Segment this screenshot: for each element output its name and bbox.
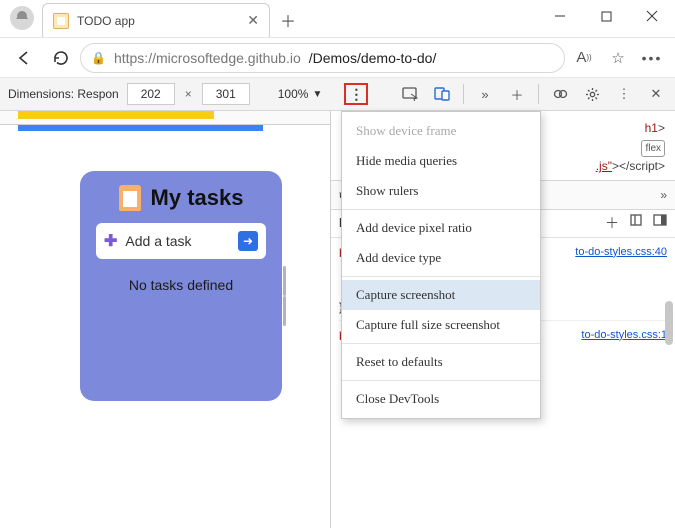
empty-state-text: No tasks defined [129,277,233,293]
browser-tab[interactable]: TODO app ✕ [42,3,270,37]
menu-item-close-devtools[interactable]: Close DevTools [342,384,540,414]
menu-separator [342,209,540,210]
dimension-x: × [185,87,192,101]
plus-icon: ✚ [104,231,117,251]
add-task-placeholder: Add a task [125,233,191,249]
menu-item-show-device-frame: Show device frame [342,116,540,146]
menu-item-capture-full-size-screenshot[interactable]: Capture full size screenshot [342,310,540,340]
device-toolbar: Dimensions: Respon × 100%▼ ⋮ » ＋ ⋮ ✕ [0,78,675,111]
width-input[interactable] [127,83,175,105]
script-close: ></script> [612,159,665,173]
toolbar-divider [463,84,464,104]
url-path: /Demos/demo-to-do/ [309,50,437,66]
more-tabs-icon[interactable]: » [474,83,496,105]
content-area: My tasks ✚ Add a task ➜ No tasks defined… [0,111,675,528]
height-input[interactable] [202,83,250,105]
media-query-bar[interactable] [18,125,263,131]
settings-gear-icon[interactable] [581,83,603,105]
close-devtools-icon[interactable]: ✕ [645,83,667,105]
device-options-menu: Show device frameHide media queriesShow … [341,111,541,419]
url-host: https://microsoftedge.github.io [114,50,301,66]
tab-title: TODO app [77,14,239,28]
browser-titlebar: TODO app ✕ ＋ [0,0,675,38]
toggle-device-icon[interactable] [431,83,453,105]
favorite-icon[interactable]: ☆ [603,43,633,73]
new-style-rule-icon[interactable]: ＋ [605,213,619,233]
scrollbar-thumb[interactable] [665,301,673,345]
add-task-input[interactable]: ✚ Add a task ➜ [96,223,266,259]
maximize-button[interactable] [583,0,629,33]
dimensions-label[interactable]: Dimensions: Respon [8,87,119,101]
source-link[interactable]: to-do-styles.css:1 [581,327,667,344]
elem-h1: h1 [645,121,658,135]
browser-menu-icon[interactable]: ••• [637,43,667,73]
device-preview-pane: My tasks ✚ Add a task ➜ No tasks defined [0,111,330,528]
script-src: .js" [596,159,612,173]
menu-separator [342,343,540,344]
url-input[interactable]: 🔒 https://microsoftedge.github.io/Demos/… [80,43,565,73]
close-window-button[interactable] [629,0,675,33]
todo-app-card: My tasks ✚ Add a task ➜ No tasks defined [80,171,282,401]
menu-item-hide-media-queries[interactable]: Hide media queries [342,146,540,176]
menu-item-capture-screenshot[interactable]: Capture screenshot [342,280,540,310]
devtools-menu-icon[interactable]: ⋮ [613,83,635,105]
zoom-dropdown[interactable]: 100%▼ [278,87,323,101]
window-controls [537,0,675,33]
device-more-options-button[interactable]: ⋮ [344,83,368,105]
menu-item-add-device-pixel-ratio[interactable]: Add device pixel ratio [342,213,540,243]
lock-icon: 🔒 [91,51,106,65]
read-aloud-icon[interactable]: A)) [569,43,599,73]
add-tab-icon[interactable]: ＋ [506,83,528,105]
resize-handle-right[interactable] [282,266,290,326]
close-tab-icon[interactable]: ✕ [247,12,259,29]
chevron-down-icon: ▼ [312,89,322,100]
source-link[interactable]: to-do-styles.css:40 [575,244,667,261]
computed-sidebar-icon[interactable] [653,213,667,233]
menu-item-add-device-type[interactable]: Add device type [342,243,540,273]
device-viewport: My tasks ✚ Add a task ➜ No tasks defined [80,171,282,421]
menu-separator [342,276,540,277]
minimize-button[interactable] [537,0,583,33]
clipboard-icon [119,185,141,211]
todo-title-row: My tasks [119,185,244,211]
flex-badge[interactable]: flex [641,140,665,158]
menu-item-reset-to-defaults[interactable]: Reset to defaults [342,347,540,377]
submit-arrow-icon[interactable]: ➜ [238,231,258,251]
zoom-value: 100% [278,87,309,101]
address-bar-row: 🔒 https://microsoftedge.github.io/Demos/… [0,38,675,78]
more-tabs-chevron-icon[interactable]: » [660,188,667,202]
profile-avatar[interactable] [10,6,34,30]
select-element-icon[interactable] [399,83,421,105]
back-button[interactable] [8,42,40,74]
new-tab-button[interactable]: ＋ [274,6,302,34]
menu-separator [342,380,540,381]
todo-heading: My tasks [151,185,244,211]
refresh-button[interactable] [44,42,76,74]
toolbar-divider [538,84,539,104]
ruler-horizontal [0,111,330,125]
menu-item-show-rulers[interactable]: Show rulers [342,176,540,206]
toggle-classes-icon[interactable] [629,213,643,233]
issues-icon[interactable] [549,83,571,105]
tab-favicon [53,13,69,29]
